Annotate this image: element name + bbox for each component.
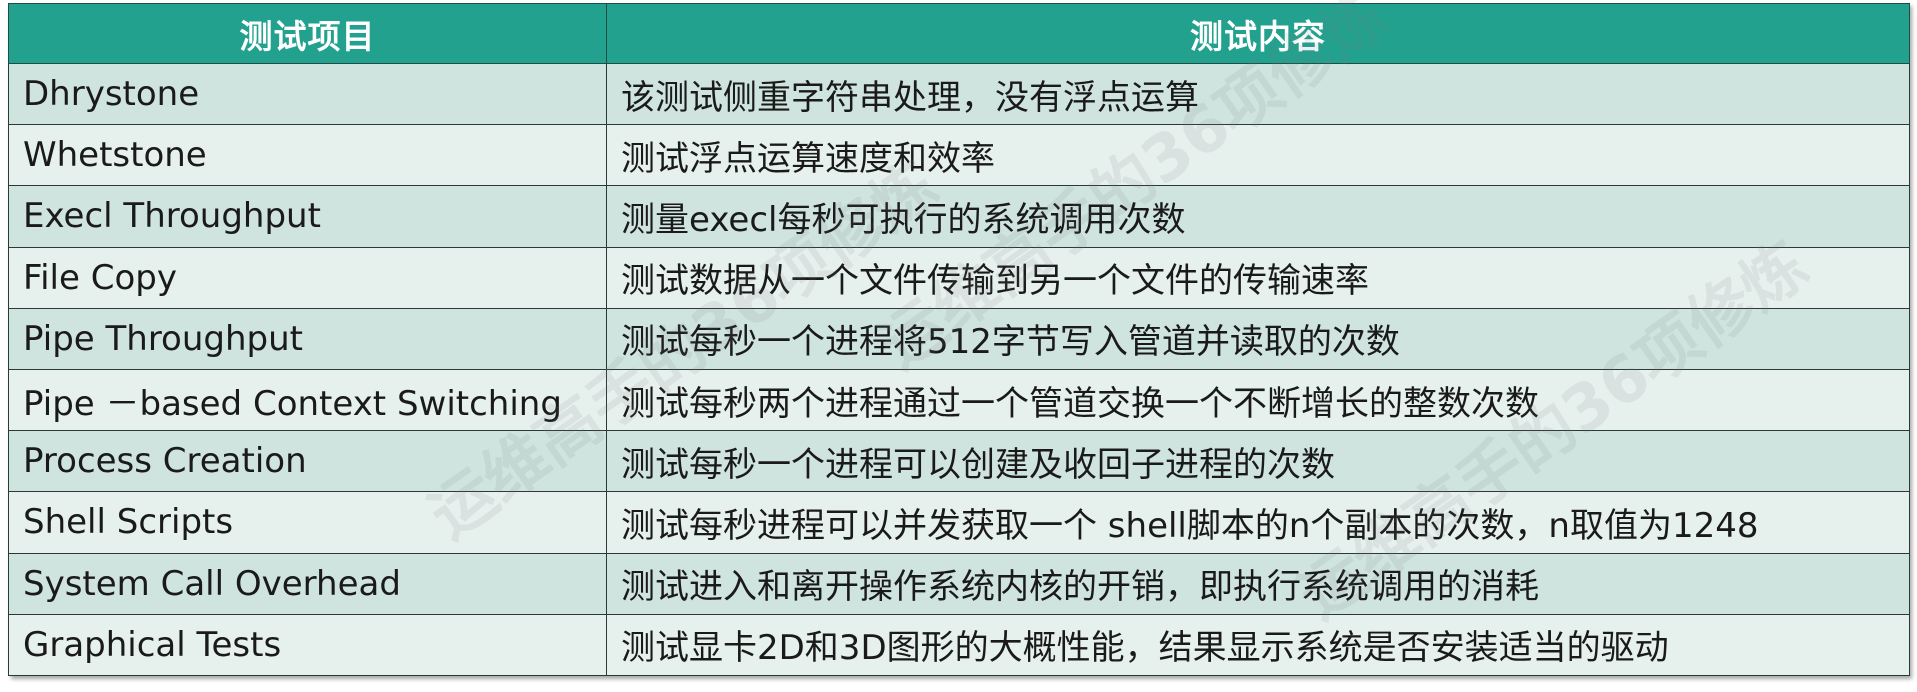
- cell-test-item: Pipe Throughput: [8, 307, 607, 370]
- cell-test-item: Dhrystone: [8, 62, 607, 126]
- table-row: System Call Overhead 测试进入和离开操作系统内核的开销，即执行…: [8, 552, 1910, 615]
- table-row: Shell Scripts 测试每秒进程可以并发获取一个 shell脚本的n个副本…: [8, 491, 1910, 554]
- cell-test-content: 测试每秒一个进程可以创建及收回子进程的次数: [606, 430, 1910, 493]
- cell-test-content: 测试显卡2D和3D图形的大概性能，结果显示系统是否安装适当的驱动: [606, 613, 1910, 677]
- benchmark-table: 测试项目 测试内容 Dhrystone 该测试侧重字符串处理，没有浮点运算 Whet…: [8, 3, 1910, 677]
- table-row: Pipe Throughput 测试每秒一个进程将512字节写入管道并读取的次数: [8, 307, 1910, 370]
- table-row: Graphical Tests 测试显卡2D和3D图形的大概性能，结果显示系统是否…: [8, 613, 1910, 677]
- cell-test-item: Shell Scripts: [8, 491, 607, 554]
- benchmark-table-wrapper: 测试项目 测试内容 Dhrystone 该测试侧重字符串处理，没有浮点运算 Whet…: [8, 3, 1910, 677]
- table-header-row: 测试项目 测试内容: [8, 3, 1910, 64]
- cell-test-content: 测量execl每秒可执行的系统调用次数: [606, 185, 1910, 248]
- cell-test-item: Whetstone: [8, 124, 607, 187]
- cell-test-item: System Call Overhead: [8, 552, 607, 615]
- cell-test-content: 该测试侧重字符串处理，没有浮点运算: [606, 62, 1910, 126]
- table-row: Process Creation 测试每秒一个进程可以创建及收回子进程的次数: [8, 430, 1910, 493]
- cell-test-content: 测试数据从一个文件传输到另一个文件的传输速率: [606, 246, 1910, 309]
- cell-test-content: 测试每秒一个进程将512字节写入管道并读取的次数: [606, 307, 1910, 370]
- cell-test-item: Pipe －based Context Switching: [8, 368, 607, 432]
- table-row: Pipe －based Context Switching 测试每秒两个进程通过一…: [8, 368, 1910, 432]
- table-row: Whetstone 测试浮点运算速度和效率: [8, 124, 1910, 187]
- cell-test-item: Execl Throughput: [8, 185, 607, 248]
- cell-test-item: Process Creation: [8, 430, 607, 493]
- table-body: Dhrystone 该测试侧重字符串处理，没有浮点运算 Whetstone 测试浮点运…: [8, 62, 1910, 677]
- cell-test-item: Graphical Tests: [8, 613, 607, 677]
- table-row: Dhrystone 该测试侧重字符串处理，没有浮点运算: [8, 62, 1910, 126]
- cell-test-content: 测试每秒进程可以并发获取一个 shell脚本的n个副本的次数，n取值为1248: [606, 491, 1910, 554]
- header-test-item: 测试项目: [8, 3, 607, 64]
- cell-test-content: 测试进入和离开操作系统内核的开销，即执行系统调用的消耗: [606, 552, 1910, 615]
- cell-test-item: File Copy: [8, 246, 607, 309]
- cell-test-content: 测试每秒两个进程通过一个管道交换一个不断增长的整数次数: [606, 368, 1910, 432]
- table-row: Execl Throughput 测量execl每秒可执行的系统调用次数: [8, 185, 1910, 248]
- header-test-content: 测试内容: [606, 3, 1910, 64]
- cell-test-content: 测试浮点运算速度和效率: [606, 124, 1910, 187]
- table-row: File Copy 测试数据从一个文件传输到另一个文件的传输速率: [8, 246, 1910, 309]
